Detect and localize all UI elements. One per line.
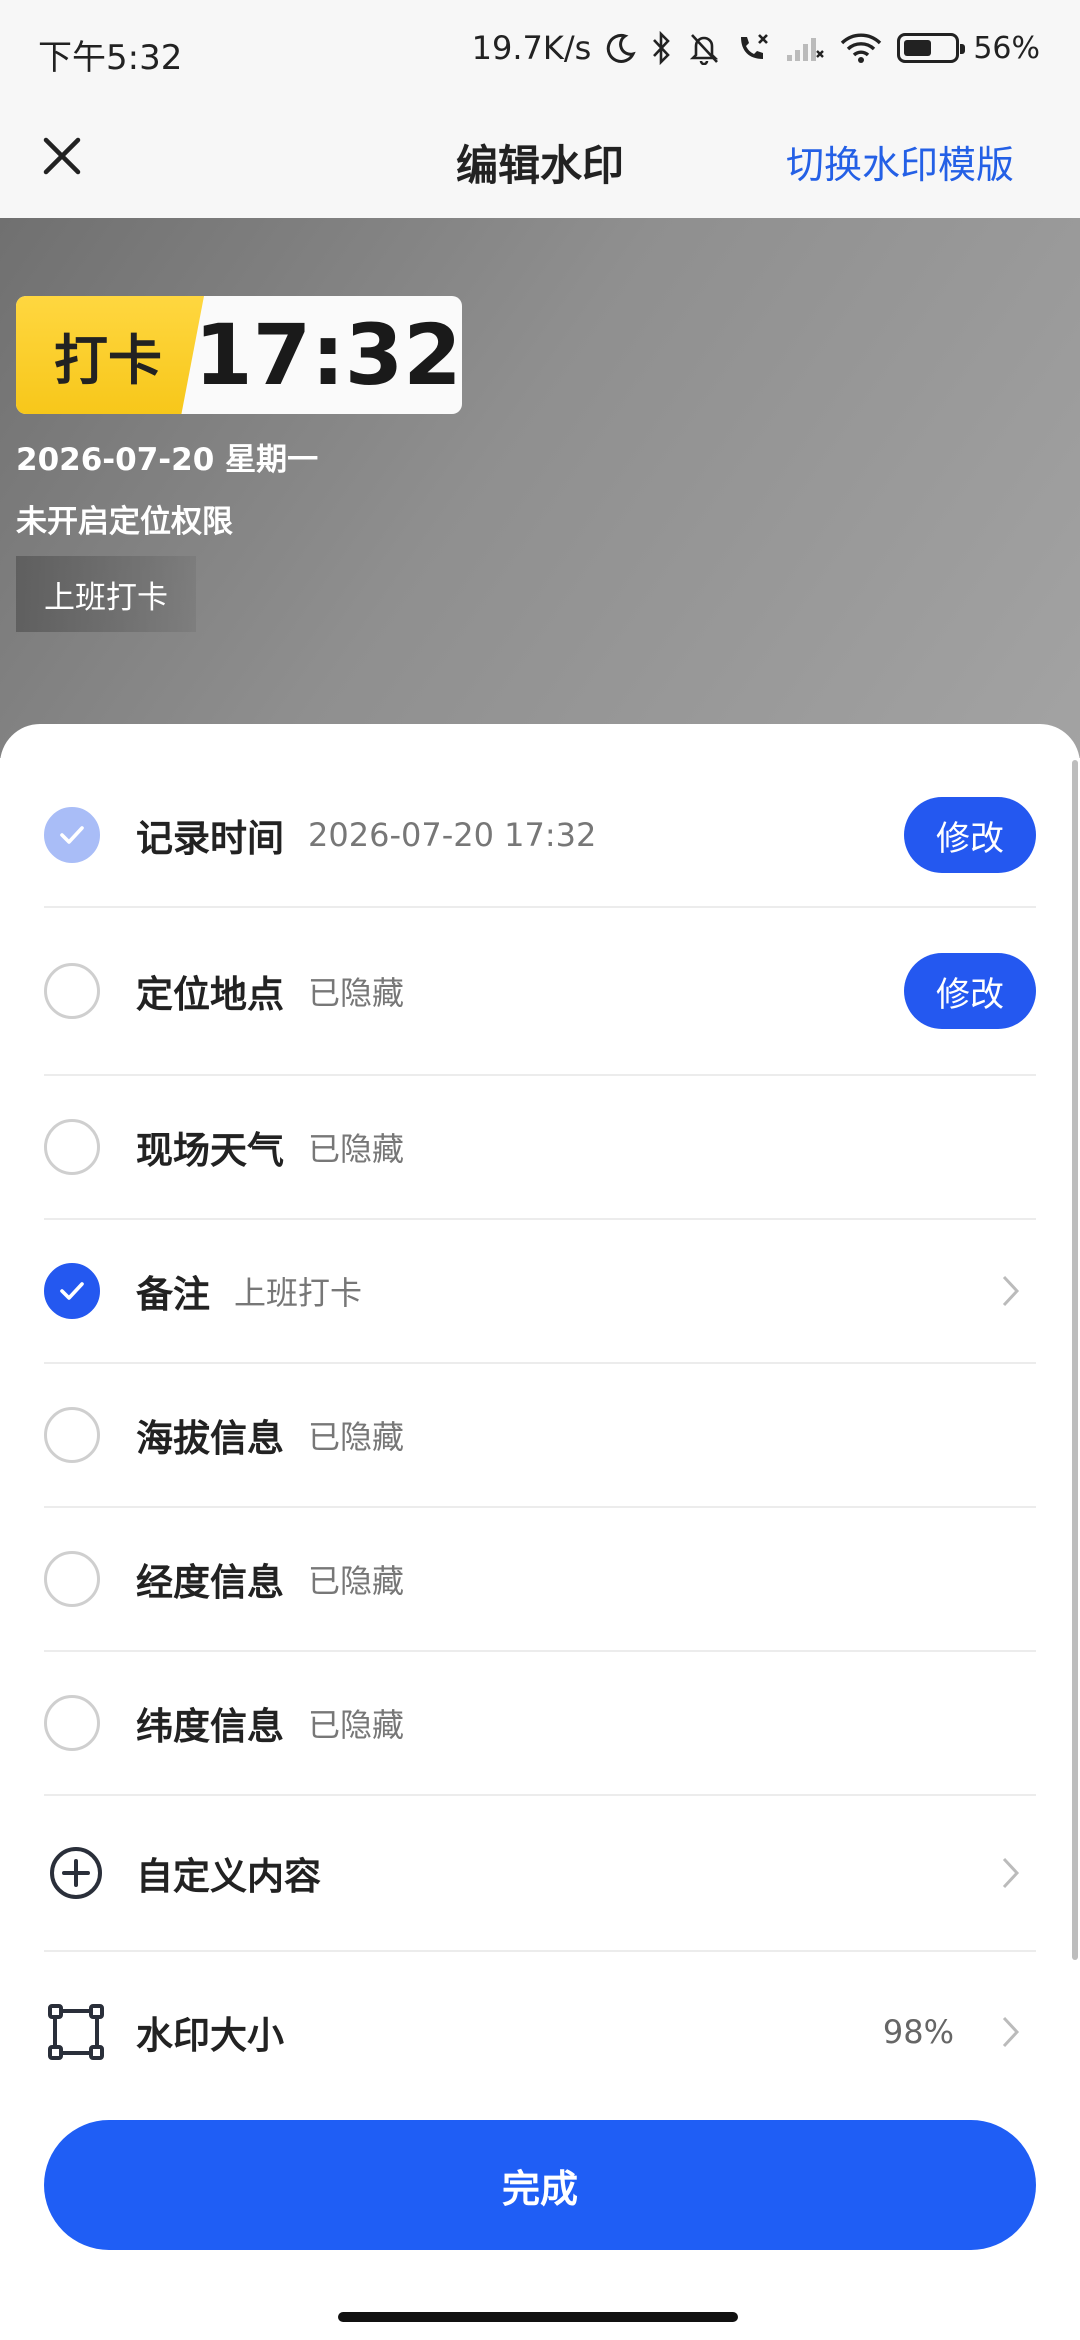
battery-percent: 56%	[973, 30, 1040, 66]
option-label: 备注	[136, 1273, 210, 1316]
moon-icon	[605, 32, 637, 64]
checkbox-altitude[interactable]	[44, 1407, 100, 1463]
option-value: 已隐藏	[308, 974, 405, 1012]
watermark-date: 2026-07-20 星期一	[16, 442, 319, 478]
checkbox-note[interactable]	[44, 1263, 100, 1319]
check-icon	[60, 826, 84, 844]
checkbox-longitude[interactable]	[44, 1551, 100, 1607]
option-weather[interactable]: 现场天气 已隐藏	[44, 1076, 1036, 1220]
done-button[interactable]: 完成	[44, 2120, 1036, 2250]
watermark-size-value: 98%	[882, 2013, 954, 2051]
check-icon	[60, 1282, 84, 1300]
resize-frame-icon	[46, 2002, 106, 2062]
net-speed: 19.7K/s	[471, 29, 592, 67]
watermark-size-label: 水印大小	[136, 2014, 284, 2057]
status-bar: 下午5:32 19.7K/s 56%	[0, 0, 1080, 100]
option-longitude[interactable]: 经度信息 已隐藏	[44, 1508, 1036, 1652]
watermark-header: 打卡 17:32	[16, 296, 462, 414]
option-altitude[interactable]: 海拔信息 已隐藏	[44, 1364, 1036, 1508]
option-label: 海拔信息	[136, 1417, 284, 1460]
wifi-icon	[839, 32, 883, 64]
option-value: 2026-07-20 17:32	[308, 816, 597, 854]
watermark-time: 17:32	[194, 306, 462, 404]
chevron-right-icon	[990, 2012, 1030, 2052]
scrollbar[interactable]	[1072, 760, 1078, 1960]
option-label: 纬度信息	[136, 1705, 284, 1748]
chevron-right-icon	[990, 1853, 1030, 1893]
option-label: 现场天气	[136, 1129, 284, 1172]
watermark-preview: 打卡 17:32 2026-07-20 星期一 未开启定位权限 上班打卡	[0, 218, 1080, 758]
edit-sheet: 记录时间 2026-07-20 17:32 修改 定位地点 已隐藏 修改 现场天…	[0, 724, 1080, 2340]
option-label: 定位地点	[136, 973, 284, 1016]
edit-location-button[interactable]: 修改	[904, 953, 1036, 1029]
nav-bar: 编辑水印 切换水印模版	[0, 100, 1080, 218]
status-icons: 19.7K/s 56%	[472, 26, 1040, 70]
checkbox-record-time	[44, 807, 100, 863]
option-value: 上班打卡	[234, 1274, 363, 1312]
status-time: 下午5:32	[38, 38, 183, 78]
battery-icon	[897, 33, 966, 63]
checkbox-weather[interactable]	[44, 1119, 100, 1175]
option-note[interactable]: 备注 上班打卡	[44, 1220, 1036, 1364]
watermark-note: 上班打卡	[16, 556, 196, 632]
edit-time-button[interactable]: 修改	[904, 797, 1036, 873]
option-label: 记录时间	[136, 817, 284, 860]
plus-circle-icon	[46, 1843, 106, 1903]
option-record-time: 记录时间 2026-07-20 17:32 修改	[44, 764, 1036, 908]
option-latitude[interactable]: 纬度信息 已隐藏	[44, 1652, 1036, 1796]
option-value: 已隐藏	[308, 1706, 405, 1744]
watermark-location: 未开启定位权限	[16, 504, 233, 540]
mute-bell-icon	[687, 31, 721, 65]
chevron-right-icon	[990, 1271, 1030, 1311]
option-value: 已隐藏	[308, 1418, 405, 1456]
battery-fill	[904, 40, 932, 56]
option-location: 定位地点 已隐藏 修改	[44, 908, 1036, 1076]
option-value: 已隐藏	[308, 1130, 405, 1168]
custom-content-row[interactable]: 自定义内容	[44, 1796, 1036, 1952]
option-value: 已隐藏	[308, 1562, 405, 1600]
watermark-size-row[interactable]: 水印大小 98%	[44, 1952, 1036, 2112]
checkbox-latitude[interactable]	[44, 1695, 100, 1751]
custom-content-label: 自定义内容	[136, 1855, 321, 1898]
bluetooth-icon	[651, 31, 673, 65]
option-label: 经度信息	[136, 1561, 284, 1604]
battery-cap	[960, 44, 966, 54]
home-indicator[interactable]	[338, 2312, 738, 2322]
watermark-tag: 打卡	[16, 296, 204, 414]
call-icon	[735, 31, 771, 65]
checkbox-location[interactable]	[44, 963, 100, 1019]
signal-icon	[785, 33, 825, 63]
switch-template-button[interactable]: 切换水印模版	[786, 134, 1014, 189]
